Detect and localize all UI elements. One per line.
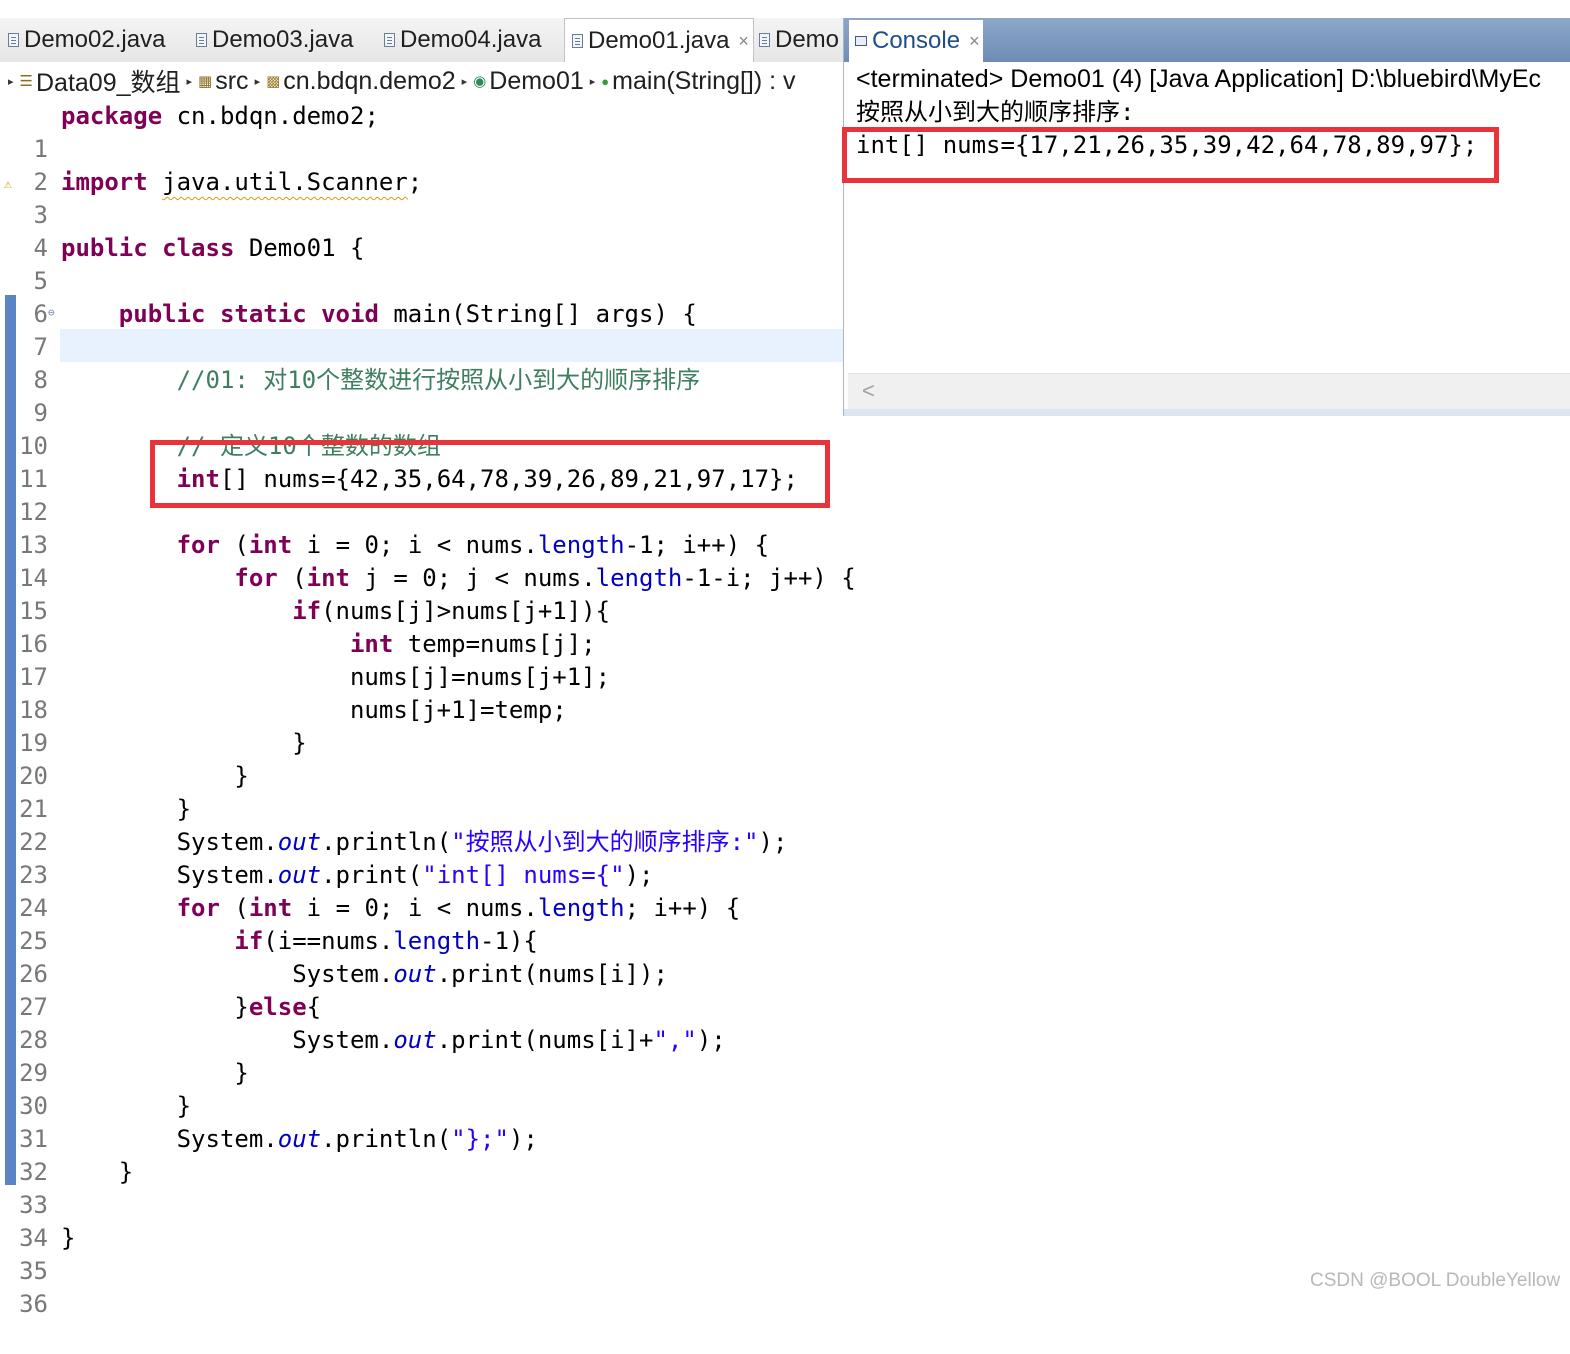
- tab-label: Demo01.java: [588, 27, 730, 54]
- code-line: 11 // 定义10个整数的数组: [0, 430, 441, 493]
- java-file-icon: [196, 33, 207, 47]
- code-line: 4: [0, 199, 58, 262]
- code-line: 34: [0, 1189, 58, 1252]
- breadcrumb-package[interactable]: ▩ cn.bdqn.demo2: [266, 67, 456, 96]
- chevron-right-icon: ▸: [186, 75, 193, 88]
- tab-demo03[interactable]: Demo03.java: [196, 18, 353, 62]
- code-line: 16 if(nums[j]>nums[j+1]){: [0, 595, 610, 658]
- code-line: 8: [0, 331, 58, 394]
- code-line: 36: [0, 1255, 58, 1318]
- code-line: 26 if(i==nums.length-1){: [0, 925, 538, 988]
- code-line: 3 import java.util.Scanner;: [0, 166, 423, 229]
- window-top-strip: [0, 0, 1570, 18]
- breadcrumb-method[interactable]: ● main(String[]) : v: [601, 67, 795, 96]
- code-line: 2: [0, 133, 58, 196]
- chevron-right-icon: ▸: [589, 75, 596, 88]
- string-literal: ",": [653, 1026, 697, 1054]
- code-line: 14 for (int i = 0; i < nums.length-1; i+…: [0, 529, 769, 592]
- code-line: 25 for (int i = 0; i < nums.length; i++)…: [0, 892, 740, 955]
- code-line: 15 for (int j = 0; j < nums.length-1-i; …: [0, 562, 856, 625]
- breadcrumb: ▸ ☰ Data09_数组 ▸ ▦ src ▸ ▩ cn.bdqn.demo2 …: [0, 62, 843, 100]
- code-comment: // 定义10个整数的数组: [176, 432, 441, 460]
- close-icon[interactable]: ×: [738, 31, 749, 52]
- chevron-right-icon: ▸: [8, 75, 14, 88]
- code-line: 35 }: [0, 1222, 75, 1285]
- tab-demo-overflow[interactable]: Demo: [759, 18, 839, 62]
- code-line: 22 }: [0, 793, 191, 856]
- code-line: 13: [0, 496, 58, 559]
- code-line: 17 int temp=nums[j];: [0, 628, 596, 691]
- java-file-icon: [572, 34, 583, 48]
- code-line: 1 package cn.bdqn.demo2;: [0, 100, 379, 163]
- scroll-left-icon[interactable]: <: [862, 378, 875, 404]
- code-line: 19 nums[j+1]=temp;: [0, 694, 567, 757]
- project-icon: ☰: [19, 73, 33, 90]
- code-line: 7 public static void main(String[] args)…: [0, 298, 697, 361]
- code-line: 18 nums[j]=nums[j+1];: [0, 661, 610, 724]
- console-view: Console × <terminated> Demo01 (4) [Java …: [843, 18, 1570, 416]
- breadcrumb-folder[interactable]: ▦ src: [198, 67, 249, 96]
- code-line: 24 System.out.print("int[] nums={");: [0, 859, 653, 922]
- code-line: 9 //01: 对10个整数进行按照从小到大的顺序排序: [0, 364, 701, 427]
- code-line: 23 System.out.println("按照从小到大的顺序排序:");: [0, 826, 787, 889]
- tab-label: Demo03.java: [212, 26, 354, 53]
- string-literal: "int[] nums={": [422, 861, 625, 889]
- editor-tab-bar: Demo02.java Demo03.java Demo04.java Demo…: [0, 18, 843, 63]
- code-line: 5 public class Demo01 {: [0, 232, 365, 295]
- code-line: 12 int[] nums={42,35,64,78,39,26,89,21,9…: [0, 463, 798, 526]
- chevron-right-icon: ▸: [461, 75, 468, 88]
- java-file-icon: [8, 33, 19, 47]
- current-line-highlight: [60, 329, 843, 362]
- string-literal: "按照从小到大的顺序排序:": [451, 828, 759, 856]
- tab-label: Console: [872, 27, 961, 54]
- string-literal: "};": [451, 1125, 509, 1153]
- close-icon[interactable]: ×: [969, 31, 980, 52]
- class-icon: ◉: [473, 73, 487, 90]
- line-number: 36: [19, 1290, 48, 1318]
- code-line: 30 }: [0, 1057, 249, 1120]
- horizontal-scrollbar[interactable]: <: [848, 373, 1570, 410]
- code-line: 31 }: [0, 1090, 191, 1153]
- source-folder-icon: ▦: [198, 73, 213, 90]
- java-file-icon: [759, 33, 770, 47]
- console-output-line: int[] nums={17,21,26,35,39,42,64,78,89,9…: [856, 131, 1478, 159]
- package-icon: ▩: [266, 73, 281, 90]
- console-header: <terminated> Demo01 (4) [Java Applicatio…: [856, 65, 1542, 93]
- console-output-line: 按照从小到大的顺序排序:: [856, 98, 1135, 126]
- tab-demo02[interactable]: Demo02.java: [8, 18, 165, 62]
- console-output[interactable]: <terminated> Demo01 (4) [Java Applicatio…: [844, 62, 1570, 372]
- code-line: 28 }else{: [0, 991, 321, 1054]
- java-file-icon: [384, 33, 395, 47]
- tab-label: Demo02.java: [24, 26, 166, 53]
- tab-demo01[interactable]: Demo01.java ×: [564, 18, 754, 62]
- code-editor[interactable]: ⚠ ⊖ 1 package cn.bdqn.demo2; 2 3 import …: [0, 100, 856, 1318]
- code-line: 33 }: [0, 1156, 133, 1219]
- console-icon: [855, 36, 867, 46]
- chevron-right-icon: ▸: [254, 75, 261, 88]
- tab-demo04[interactable]: Demo04.java: [384, 18, 541, 62]
- console-bottom-border: [844, 409, 1570, 416]
- code-line: 21 }: [0, 760, 249, 823]
- method-icon: ●: [601, 73, 610, 89]
- code-line: 29 System.out.print(nums[i]+",");: [0, 1024, 726, 1087]
- tab-label: Demo04.java: [400, 26, 542, 53]
- code-line: 27 System.out.print(nums[i]);: [0, 958, 668, 1021]
- watermark: CSDN @BOOL DoubleYellow: [1310, 1270, 1561, 1291]
- breadcrumb-project[interactable]: ☰ Data09_数组: [20, 63, 181, 99]
- code-line: 6: [0, 265, 58, 328]
- array-literal: nums={42,35,64,78,39,26,89,21,97,17};: [263, 465, 798, 493]
- code-line: 32 System.out.println("};");: [0, 1123, 538, 1186]
- code-line: 20 }: [0, 727, 307, 790]
- tab-label: Demo: [775, 26, 840, 53]
- breadcrumb-class[interactable]: ◉ Demo01: [473, 67, 584, 96]
- tab-console[interactable]: Console ×: [849, 20, 983, 62]
- console-tab-bar: Console ×: [844, 18, 1570, 62]
- code-comment: //01: 对10个整数进行按照从小到大的顺序排序: [176, 366, 701, 394]
- code-line: 10: [0, 397, 58, 460]
